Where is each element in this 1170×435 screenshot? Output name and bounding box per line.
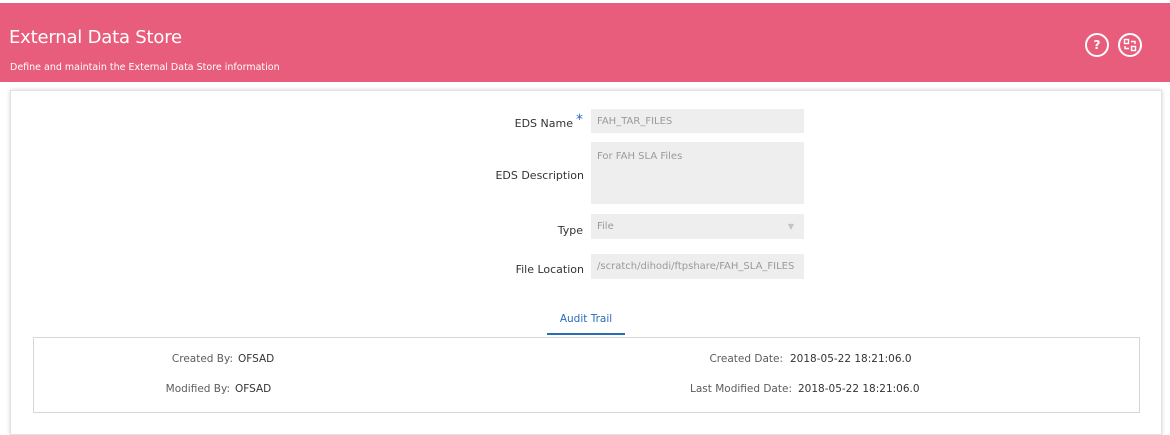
file-location-label: File Location — [515, 263, 584, 276]
required-indicator: * — [576, 112, 583, 128]
switch-view-button[interactable] — [1118, 33, 1142, 57]
last-modified-date-value: 2018-05-22 18:21:06.0 — [798, 383, 920, 395]
eds-name-label: EDS Name — [514, 117, 573, 130]
created-date-label: Created Date: — [709, 353, 783, 365]
created-by-value: OFSAD — [238, 353, 275, 365]
modified-by-label: Modified By: — [165, 383, 230, 395]
eds-description-field[interactable]: For FAH SLA Files — [591, 142, 804, 204]
help-button[interactable]: ? — [1085, 33, 1109, 57]
eds-description-label: EDS Description — [495, 169, 584, 182]
tab-audit-trail[interactable]: Audit Trail — [547, 308, 625, 335]
switch-view-icon — [1123, 38, 1137, 52]
page-header: External Data Store Define and maintain … — [0, 3, 1170, 82]
page-subtitle: Define and maintain the External Data St… — [10, 62, 280, 73]
type-select-value: File — [597, 221, 614, 232]
eds-name-field[interactable]: FAH_TAR_FILES — [591, 109, 804, 133]
created-date-value: 2018-05-22 18:21:06.0 — [790, 353, 912, 365]
page-title: External Data Store — [9, 27, 182, 48]
audit-trail-panel — [33, 337, 1140, 413]
last-modified-date-label: Last Modified Date: — [690, 383, 792, 395]
modified-by-value: OFSAD — [235, 383, 272, 395]
chevron-down-icon: ▼ — [787, 222, 794, 231]
created-by-label: Created By: — [171, 353, 233, 365]
type-select[interactable]: File ▼ — [591, 214, 804, 239]
file-location-field[interactable]: /scratch/dihodi/ftpshare/FAH_SLA_FILES — [591, 254, 804, 279]
help-icon: ? — [1093, 38, 1101, 52]
type-label: Type — [557, 224, 583, 237]
